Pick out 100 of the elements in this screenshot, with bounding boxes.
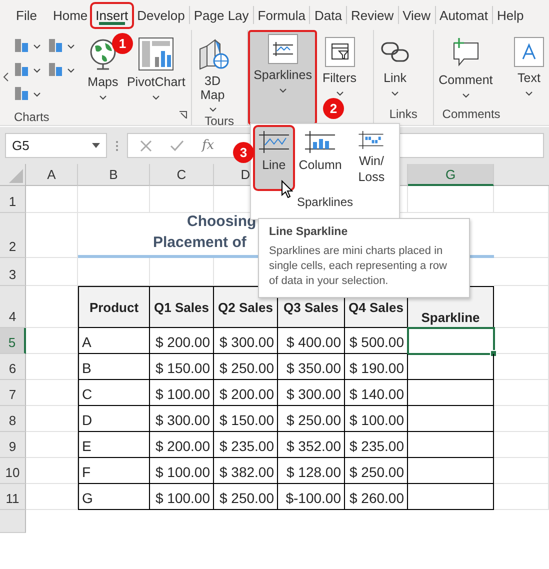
row-header[interactable]: 2 — [0, 213, 26, 258]
tooltip-text: Sparklines are mini charts placed in single cells, each representing a row of data in your selection. — [269, 244, 448, 289]
ribbon-button[interactable]: 3D Map — [194, 33, 232, 112]
ribbon-tab[interactable]: Page Lay — [190, 4, 253, 26]
column-header[interactable] — [494, 164, 549, 186]
ribbon-button[interactable]: Link — [376, 33, 414, 105]
grid-cell[interactable] — [494, 286, 549, 328]
row-header[interactable]: 11 — [0, 484, 26, 510]
cancel-icon[interactable] — [140, 140, 152, 152]
row-header[interactable]: 8 — [0, 406, 26, 432]
caret-icon — [278, 88, 287, 93]
grid-cell[interactable] — [26, 328, 78, 354]
ribbon-button[interactable]: Sparklines — [248, 30, 318, 125]
ribbon-tab[interactable]: Data — [310, 4, 346, 26]
chart-icon[interactable] — [48, 60, 76, 78]
row-header[interactable]: 3 — [0, 258, 26, 286]
row-header[interactable]: 5 — [0, 328, 26, 354]
row-header[interactable]: 6 — [0, 354, 26, 380]
table-cell: $ 200.00 — [150, 432, 214, 458]
grid-cell[interactable] — [26, 458, 78, 484]
table-cell[interactable] — [408, 484, 494, 510]
table-cell: $-100.00 — [278, 484, 345, 510]
name-box[interactable]: G5 — [5, 133, 107, 158]
dialog-launcher-icon[interactable] — [178, 111, 186, 119]
row-header[interactable]: 7 — [0, 380, 26, 406]
row-header[interactable]: 1 — [0, 186, 26, 213]
active-cell[interactable] — [408, 328, 494, 354]
grid-cell[interactable] — [150, 186, 214, 213]
column-header[interactable]: B — [78, 164, 150, 186]
table-cell: $ 300.00 — [214, 328, 278, 354]
ribbon-tab[interactable]: Review — [346, 4, 398, 26]
grid-cell[interactable] — [494, 213, 549, 258]
ribbon-tab[interactable]: Insert — [92, 4, 132, 26]
scroll-left-icon[interactable] — [3, 72, 9, 82]
grid-cell[interactable] — [494, 432, 549, 458]
chart-icon[interactable] — [14, 84, 42, 102]
table-cell[interactable] — [408, 458, 494, 484]
grid-cell[interactable] — [26, 406, 78, 432]
chart-icon[interactable] — [48, 36, 76, 54]
table-cell: G — [78, 484, 150, 510]
row-header[interactable]: 4 — [0, 286, 26, 328]
column-heading: Q1 Sales — [150, 286, 214, 328]
column-chart-icon — [305, 131, 336, 153]
text-box-icon — [514, 37, 544, 67]
column-header[interactable]: A — [26, 164, 78, 186]
ribbon-tab[interactable]: Home — [48, 4, 92, 26]
column-heading: Q2 Sales — [214, 286, 278, 328]
grid-cell[interactable] — [494, 484, 549, 510]
table-cell[interactable] — [408, 432, 494, 458]
grid-cell[interactable] — [494, 380, 549, 406]
table-cell: $ 100.00 — [345, 406, 408, 432]
table-cell: $ 100.00 — [150, 380, 214, 406]
menu-item[interactable]: Column — [296, 127, 344, 189]
ribbon-tab[interactable]: Help — [492, 4, 528, 26]
grid-cell[interactable] — [26, 484, 78, 510]
ribbon-tab[interactable]: View — [398, 4, 435, 26]
grid-cell[interactable] — [26, 186, 78, 213]
column-header[interactable]: C — [150, 164, 214, 186]
grid-cell[interactable] — [494, 406, 549, 432]
column-header[interactable]: G — [408, 164, 494, 186]
ribbon-tab[interactable]: File — [12, 4, 49, 26]
caret-icon — [98, 95, 107, 100]
table-cell[interactable] — [408, 380, 494, 406]
grid-cell[interactable] — [26, 354, 78, 380]
row-header[interactable]: 10 — [0, 458, 26, 484]
ribbon-button[interactable]: Filters — [319, 33, 360, 97]
menu-item[interactable]: Line — [255, 127, 293, 189]
grid-cell[interactable] — [494, 258, 549, 286]
chart-icon[interactable] — [14, 60, 42, 78]
menu-item[interactable]: Win/ Loss — [348, 127, 395, 189]
grid-cell[interactable] — [408, 186, 494, 213]
row-header[interactable]: 9 — [0, 432, 26, 458]
ribbon-button[interactable]: Comment — [436, 33, 496, 105]
filter-icon — [324, 37, 354, 67]
grid-cell[interactable] — [78, 186, 150, 213]
enter-icon[interactable] — [170, 140, 184, 152]
caret-icon — [336, 91, 344, 96]
grid-cell[interactable] — [494, 458, 549, 484]
table-cell: $ 100.00 — [150, 484, 214, 510]
grid-cell[interactable] — [26, 213, 78, 258]
3d-map-icon — [196, 37, 228, 71]
ribbon-tab[interactable]: Automat — [436, 4, 492, 26]
ribbon-tab[interactable]: Develop — [133, 4, 189, 26]
grid-cell[interactable] — [494, 328, 549, 354]
select-all-icon[interactable] — [9, 169, 23, 183]
row-header[interactable] — [0, 510, 26, 533]
insert-function-button[interactable]: fx — [202, 138, 214, 153]
ribbon-button[interactable]: Text — [511, 33, 547, 125]
chart-icon[interactable] — [14, 36, 42, 54]
table-cell: $ 500.00 — [345, 328, 408, 354]
table-cell: $ 250.00 — [345, 458, 408, 484]
table-cell[interactable] — [408, 406, 494, 432]
grid-cell[interactable] — [26, 258, 78, 286]
ribbon-tab[interactable]: Formula — [254, 4, 310, 26]
grid-cell[interactable] — [26, 432, 78, 458]
grid-cell[interactable] — [494, 354, 549, 380]
table-cell[interactable] — [408, 354, 494, 380]
table-cell: $ 200.00 — [214, 380, 278, 406]
grid-cell[interactable] — [494, 186, 549, 213]
grid-cell[interactable] — [26, 380, 78, 406]
